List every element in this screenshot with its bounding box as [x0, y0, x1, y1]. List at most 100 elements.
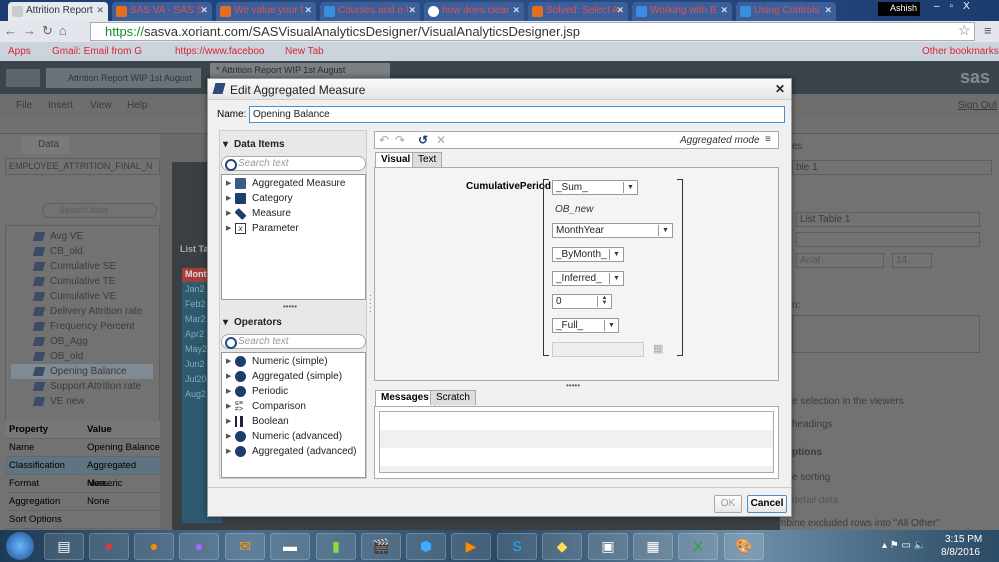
- list-item-selected[interactable]: Opening Balance: [11, 364, 153, 379]
- range-select[interactable]: _Full_ ▼: [552, 318, 619, 333]
- tab-text[interactable]: Text: [412, 152, 443, 167]
- list-item[interactable]: Cumulative SE: [34, 259, 154, 274]
- font-select[interactable]: Arial: [796, 253, 884, 268]
- cmd-icon[interactable]: ▬: [270, 533, 310, 560]
- explorer-icon[interactable]: ▤: [44, 533, 84, 560]
- tree-item[interactable]: ▶ Boolean: [226, 414, 289, 429]
- browser-tab[interactable]: how does clear ✕: [424, 2, 524, 21]
- list-item[interactable]: Cumulative VE: [34, 289, 154, 304]
- tree-item[interactable]: ▶ Numeric (advanced): [226, 429, 342, 444]
- date-select[interactable]: MonthYear ▼: [552, 223, 673, 238]
- app-icon[interactable]: ⬢: [406, 533, 446, 560]
- list-item[interactable]: OB_Agg: [34, 334, 154, 349]
- app-icon[interactable]: ●: [179, 533, 219, 560]
- tree-item[interactable]: ▶ x Parameter: [226, 221, 299, 236]
- data-items-header[interactable]: Data Items: [220, 139, 285, 150]
- list-table-tab[interactable]: List Ta: [180, 244, 208, 254]
- name-input[interactable]: Opening Balance: [249, 106, 785, 123]
- tray-icons[interactable]: ▴ ⚑ ▭ 🔈: [882, 540, 926, 551]
- reset-icon[interactable]: ↺: [418, 133, 428, 147]
- list-item[interactable]: Frequency Percent: [34, 319, 154, 334]
- splitter-handle[interactable]: •••••: [566, 381, 580, 390]
- excel-icon[interactable]: X: [678, 533, 718, 560]
- splitter-handle[interactable]: •••••: [283, 302, 297, 311]
- aggregation-select[interactable]: _Sum_ ▼: [552, 180, 638, 195]
- close-icon[interactable]: ✕: [824, 5, 832, 16]
- nav-buttons[interactable]: ←→↻⌂: [4, 23, 73, 39]
- browser-tab[interactable]: Solved: Select A ✕: [528, 2, 628, 21]
- datasource-select[interactable]: EMPLOYEE_ATTRITION_FINAL_N: [5, 158, 160, 175]
- browser-tab[interactable]: SAS VA - SAS S ✕: [112, 2, 212, 21]
- close-icon[interactable]: ✕: [616, 5, 624, 16]
- option-label[interactable]: e selection in the viewers: [792, 396, 904, 407]
- firefox-icon[interactable]: ●: [134, 533, 174, 560]
- close-icon[interactable]: ✕: [720, 5, 728, 16]
- redo-icon[interactable]: ↷: [395, 133, 405, 147]
- app-tab[interactable]: Attrition Report WIP 1st August: [46, 68, 201, 88]
- tab-scratch[interactable]: Scratch: [430, 390, 476, 405]
- search-data-input[interactable]: Search data: [42, 203, 157, 218]
- data-items-search[interactable]: Search text: [221, 156, 366, 171]
- menu-file[interactable]: File: [16, 100, 32, 111]
- list-item[interactable]: Cumulative TE: [34, 274, 154, 289]
- list-item[interactable]: Support Attrition rate: [34, 379, 154, 394]
- tab-data[interactable]: Data: [22, 136, 70, 154]
- list-item[interactable]: Avg VE: [34, 229, 154, 244]
- list-item[interactable]: OB_old: [34, 349, 154, 364]
- close-icon[interactable]: ✕: [408, 5, 416, 16]
- bookmark[interactable]: New Tab: [285, 46, 324, 57]
- bookmark[interactable]: Apps: [8, 46, 31, 57]
- operators-header[interactable]: Operators: [220, 317, 282, 328]
- splitter-handle-vertical[interactable]: · · · · ·: [369, 292, 372, 316]
- tree-item[interactable]: ▶ Category: [226, 191, 293, 206]
- tab-properties[interactable]: es: [792, 141, 803, 152]
- browser-tab[interactable]: Attrition Report ✕: [8, 2, 108, 21]
- window-controls[interactable]: –▫X: [928, 1, 996, 16]
- title-input[interactable]: List Table 1: [796, 212, 980, 227]
- menu-insert[interactable]: Insert: [48, 100, 73, 111]
- undo-icon[interactable]: ↶: [379, 133, 389, 147]
- start-button[interactable]: [6, 532, 34, 560]
- font-size-select[interactable]: 14: [892, 253, 932, 268]
- user-profile[interactable]: Ashish: [878, 2, 920, 16]
- python-icon[interactable]: ◆: [542, 533, 582, 560]
- home-button[interactable]: [6, 69, 40, 87]
- operators-search[interactable]: Search text: [221, 334, 366, 349]
- option-label[interactable]: detail data: [792, 495, 838, 506]
- calculator-icon[interactable]: ▦: [633, 533, 673, 560]
- tree-item[interactable]: ▶ ≤≡ ≠> Comparison: [226, 399, 306, 414]
- app-tab-active[interactable]: * Attrition Report WIP 1st August: [210, 63, 390, 78]
- table-row[interactable]: Aggregation None: [5, 493, 160, 511]
- offset-spinner[interactable]: 0 ▲ ▼: [552, 294, 612, 309]
- player-icon[interactable]: ▶: [451, 533, 491, 560]
- bookmark[interactable]: https://www.faceboo: [175, 46, 265, 57]
- menu-icon[interactable]: ≡: [984, 23, 992, 38]
- cancel-button[interactable]: Cancel: [747, 495, 787, 513]
- star-icon[interactable]: ☆: [958, 22, 971, 39]
- tree-item[interactable]: ▶ Periodic: [226, 384, 288, 399]
- bookmark[interactable]: Gmail: Email from G: [52, 46, 142, 57]
- menu-view[interactable]: View: [90, 100, 112, 111]
- url-input[interactable]: https://sasva.xoriant.com/SASVisualAnaly…: [90, 22, 975, 41]
- menu-help[interactable]: Help: [127, 100, 148, 111]
- inferred-select[interactable]: _Inferred_ ▼: [552, 271, 624, 286]
- option-label[interactable]: mbine excluded rows into "All Other": [778, 518, 940, 529]
- tree-item[interactable]: ▶ Numeric (simple): [226, 354, 328, 369]
- close-icon[interactable]: ✕: [200, 5, 208, 16]
- table-row[interactable]: Classification Aggregated Mea...: [5, 457, 160, 489]
- sign-out-link[interactable]: Sign Out: [958, 100, 997, 111]
- interval-select[interactable]: _ByMonth_ ▼: [552, 247, 624, 262]
- clock-date[interactable]: 8/8/2016: [941, 547, 980, 558]
- description-input[interactable]: [792, 315, 980, 353]
- close-icon[interactable]: ✕: [775, 82, 785, 96]
- table-row[interactable]: Sort Options: [5, 511, 160, 529]
- list-item[interactable]: Delivery Attrition rate: [34, 304, 154, 319]
- browser-tab[interactable]: Working with B ✕: [632, 2, 732, 21]
- function-label[interactable]: CumulativePeriod: [466, 181, 551, 192]
- clock-time[interactable]: 3:15 PM: [945, 534, 982, 545]
- paint-icon[interactable]: 🎨: [724, 533, 764, 560]
- calendar-icon[interactable]: ▦: [653, 342, 663, 355]
- tree-item[interactable]: ▶ Aggregated (advanced): [226, 444, 357, 459]
- list-item[interactable]: VE new: [34, 394, 154, 409]
- subtitle-input[interactable]: [796, 232, 980, 247]
